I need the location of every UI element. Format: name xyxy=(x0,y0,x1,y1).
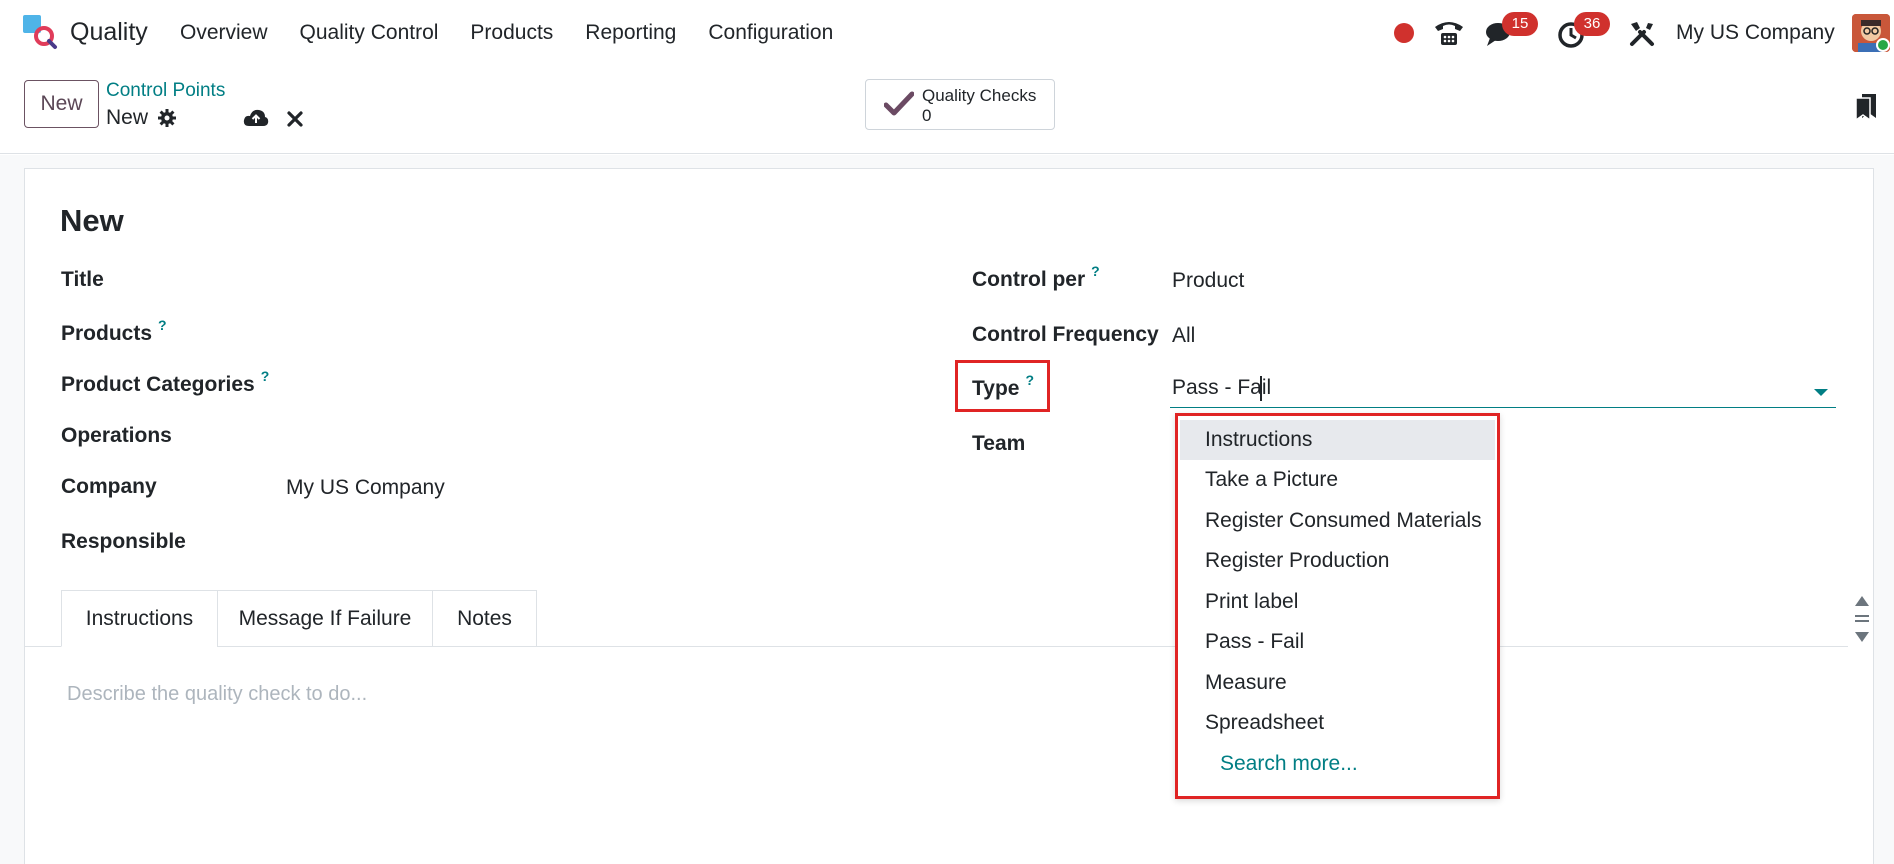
company-label: Company xyxy=(61,475,157,498)
activities-count-badge: 36 xyxy=(1574,12,1610,36)
products-help-icon[interactable]: ? xyxy=(158,317,167,333)
type-select-value: Pass - Fail xyxy=(1172,376,1272,399)
menu-configuration[interactable]: Configuration xyxy=(708,21,833,45)
dropdown-option-spreadsheet[interactable]: Spreadsheet xyxy=(1180,703,1495,743)
control-per-label-text: Control per xyxy=(972,268,1086,291)
quality-checks-count: 0 xyxy=(922,106,932,125)
dropdown-option-measure[interactable]: Measure xyxy=(1180,663,1495,703)
control-per-label: Control per? xyxy=(972,263,1100,292)
discard-close-icon[interactable] xyxy=(286,110,304,128)
dropdown-option-take-a-picture[interactable]: Take a Picture xyxy=(1180,460,1495,500)
app-name[interactable]: Quality xyxy=(70,18,148,47)
top-navbar: Quality Overview Quality Control Product… xyxy=(0,0,1894,68)
control-per-field[interactable]: Product xyxy=(1172,269,1244,293)
new-button[interactable]: New xyxy=(24,80,99,128)
messages-count-badge: 15 xyxy=(1502,12,1538,36)
save-cloud-icon[interactable] xyxy=(243,108,269,128)
quality-checks-label: Quality Checks xyxy=(922,86,1037,105)
form-sheet xyxy=(24,168,1874,864)
instructions-editor[interactable]: Describe the quality check to do... xyxy=(67,683,367,706)
type-label: Type? xyxy=(972,372,1034,401)
control-frequency-label: Control Frequency xyxy=(972,323,1159,346)
recording-indicator-icon[interactable] xyxy=(1394,23,1414,43)
checkmark-icon xyxy=(884,91,914,116)
products-label: Products? xyxy=(61,317,167,346)
control-panel: New Control Points New Quality Checks 0 xyxy=(0,68,1894,154)
menu-reporting[interactable]: Reporting xyxy=(585,21,676,45)
control-frequency-field[interactable]: All xyxy=(1172,324,1195,348)
team-label: Team xyxy=(972,432,1026,455)
tab-notes[interactable]: Notes xyxy=(432,590,537,647)
type-help-icon[interactable]: ? xyxy=(1025,372,1034,388)
chevron-down-icon[interactable] xyxy=(1814,389,1828,396)
online-status-icon xyxy=(1876,38,1890,52)
product-categories-help-icon[interactable]: ? xyxy=(261,368,270,384)
tab-message-if-failure[interactable]: Message If Failure xyxy=(217,590,433,647)
breadcrumb-control-points[interactable]: Control Points xyxy=(106,80,225,102)
products-label-text: Products xyxy=(61,322,153,345)
product-categories-label-text: Product Categories xyxy=(61,373,255,396)
type-label-text: Type xyxy=(972,377,1020,400)
company-field[interactable]: My US Company xyxy=(286,476,445,500)
control-per-help-icon[interactable]: ? xyxy=(1091,263,1100,279)
record-title: New xyxy=(60,203,124,238)
company-switcher[interactable]: My US Company xyxy=(1676,21,1835,45)
dropdown-option-register-consumed-materials[interactable]: Register Consumed Materials xyxy=(1180,501,1495,541)
tab-instructions[interactable]: Instructions xyxy=(61,590,218,647)
dropdown-option-print-label[interactable]: Print label xyxy=(1180,582,1495,622)
breadcrumb-current: New xyxy=(106,106,149,129)
quality-checks-smart-button[interactable]: Quality Checks 0 xyxy=(865,79,1055,130)
operations-label: Operations xyxy=(61,424,172,447)
menu-products[interactable]: Products xyxy=(470,21,553,45)
menu-quality-control[interactable]: Quality Control xyxy=(300,21,439,45)
tools-icon[interactable] xyxy=(1628,20,1656,48)
quality-app-logo-icon[interactable] xyxy=(22,14,58,50)
dropdown-option-instructions[interactable]: Instructions xyxy=(1180,420,1495,460)
dropdown-option-register-production[interactable]: Register Production xyxy=(1180,541,1495,581)
dropdown-option-pass-fail[interactable]: Pass - Fail xyxy=(1180,622,1495,662)
main-menu: Overview Quality Control Products Report… xyxy=(180,21,865,45)
type-select-input[interactable]: Pass - Fail xyxy=(1170,372,1836,408)
phone-icon[interactable] xyxy=(1432,17,1466,49)
bookmark-icon[interactable] xyxy=(1854,92,1878,122)
dropdown-search-more[interactable]: Search more... xyxy=(1180,744,1495,784)
type-dropdown-menu: Instructions Take a Picture Register Con… xyxy=(1175,413,1500,799)
gear-icon[interactable] xyxy=(157,108,177,128)
text-caret xyxy=(1260,376,1262,401)
scroll-arrows-icon[interactable] xyxy=(1852,594,1872,644)
title-label: Title xyxy=(61,268,104,291)
menu-overview[interactable]: Overview xyxy=(180,21,268,45)
product-categories-label: Product Categories? xyxy=(61,368,269,397)
responsible-label: Responsible xyxy=(61,530,186,553)
